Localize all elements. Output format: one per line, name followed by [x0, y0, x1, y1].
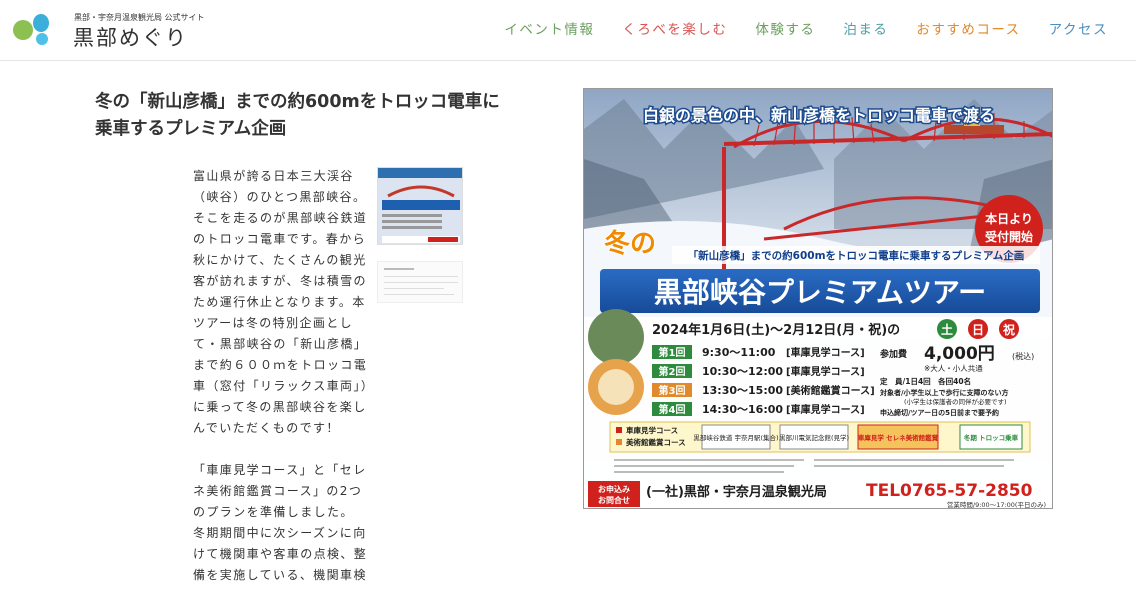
main-nav: イベント情報 くろべを楽しむ 体験する 泊まる おすすめコース アクセス [490, 18, 1122, 38]
poster-session-time: 10:30〜12:00 [702, 365, 783, 378]
poster-deadline: 申込締切/ツアー日の5日前まで要予約 [880, 408, 999, 417]
tour-poster[interactable]: 白銀の景色の中、新山彦橋をトロッコ電車で渡る 本日より 受付開始 冬の 「新山彦… [583, 88, 1053, 509]
poster-session-course: [車庫見学コース] [786, 365, 865, 378]
nav-stay[interactable]: 泊まる [829, 18, 902, 38]
poster-day-holiday: 祝 [1003, 322, 1015, 337]
poster-legend-garage: 車庫見学コース [626, 425, 678, 435]
article-heading: 冬の「新山彦橋」までの約600mをトロッコ電車に乗車するプレミアム企画 [95, 92, 500, 139]
site-logo[interactable]: 黒部・宇奈月温泉観光局 公式サイト 黒部めぐり [12, 12, 205, 52]
document-thumbnail-image [384, 268, 458, 295]
article-paragraph: 「車庫見学コース」と「セレネ美術館鑑賞コース」の2つのプランを準備しました。 [193, 463, 367, 519]
nav-events[interactable]: イベント情報 [490, 18, 608, 38]
poster-main-title: 黒部峡谷プレミアムツアー [654, 276, 986, 309]
nav-access[interactable]: アクセス [1035, 18, 1122, 38]
poster-dates: 2024年1月6日(土)〜2月12日(月・祝)の [652, 322, 900, 338]
poster-contact-label-line2: お問合せ [598, 495, 630, 505]
poster-route-step: 黒部川電気記念館(見学) [779, 433, 849, 442]
poster-route-step: 車庫見学 セレネ美術館鑑賞 [858, 433, 939, 442]
article-paragraph: 富山県が誇る日本三大渓谷（峡谷）のひとつ黒部峡谷。そこを走るのが黒部峡谷鉄道のト… [193, 169, 369, 435]
poster-session-course: [美術館鑑賞コース] [786, 384, 875, 397]
poster-session-no: 第3回 [659, 384, 686, 397]
poster-fee-label: 参加費 [880, 348, 907, 360]
nav-experience[interactable]: 体験する [741, 18, 829, 38]
document-thumbnail[interactable] [377, 261, 463, 303]
poster-legend-museum: 美術館鑑賞コース [626, 437, 686, 447]
poster-target: 対象者/小学生以上で歩行に支障のない方 [879, 388, 1009, 397]
poster-day-sat: 土 [941, 322, 953, 337]
poster-capacity: 定 員/1日4回 各回40名 [880, 376, 971, 386]
poster-contact-label-line1: お申込み [598, 484, 630, 494]
poster-session-course: [車庫見学コース] [786, 346, 865, 359]
poster-session-no: 第1回 [659, 346, 686, 359]
poster-thumbnail-image [378, 168, 462, 244]
poster-fee-note: ※大人・小人共通 [924, 363, 983, 373]
poster-target-note: (小学生は保護者の同伴が必要です) [904, 397, 1007, 406]
poster-subtitle: 「新山彦橋」までの約600mをトロッコ電車に乗車するプレミアム企画 [688, 249, 1025, 262]
poster-thumbnail[interactable] [377, 167, 463, 245]
poster-session-no: 第2回 [659, 365, 686, 378]
poster-top-banner: 白銀の景色の中、新山彦橋をトロッコ電車で渡る [643, 106, 995, 125]
article-paragraph: 冬期期間中に次シーズンに向けて機関車や客車の点検、整備を実施している、機関車検 [193, 526, 368, 582]
poster-route-step: 冬期 トロッコ乗車 [964, 433, 1019, 442]
poster-day-sun: 日 [972, 323, 984, 337]
logo-mark-icon [13, 14, 49, 45]
poster-hours: 営業時間/9:00〜17:00(平日のみ) [947, 500, 1046, 509]
poster-session-course: [車庫見学コース] [786, 403, 865, 416]
poster-session-time: 13:30〜15:00 [702, 384, 783, 397]
poster-fee-tax: (税込) [1012, 351, 1034, 361]
poster-organization: (一社)黒部・宇奈月温泉観光局 [646, 484, 827, 500]
poster-route-step: 黒部峡谷鉄道 宇奈月駅(集合) [693, 433, 778, 442]
poster-badge-line1: 本日より [985, 211, 1033, 226]
poster-winter-label: 冬の [604, 229, 656, 259]
nav-courses[interactable]: おすすめコース [902, 18, 1034, 38]
article-body: 富山県が誇る日本三大渓谷（峡谷）のひとつ黒部峡谷。そこを走るのが黒部峡谷鉄道のト… [193, 166, 373, 607]
site-header: 黒部・宇奈月温泉観光局 公式サイト 黒部めぐり イベント情報 くろべを楽しむ 体… [0, 0, 1136, 61]
poster-session-time: 14:30〜16:00 [702, 403, 783, 416]
poster-session-no: 第4回 [659, 403, 686, 416]
poster-session-time: 9:30〜11:00 [702, 346, 776, 359]
nav-enjoy[interactable]: くろべを楽しむ [608, 18, 741, 38]
poster-fee: 4,000円 [924, 344, 995, 364]
tour-poster-image: 白銀の景色の中、新山彦橋をトロッコ電車で渡る 本日より 受付開始 冬の 「新山彦… [584, 89, 1052, 509]
poster-phone: TEL0765-57-2850 [866, 481, 1033, 501]
poster-badge-line2: 受付開始 [985, 229, 1033, 244]
logo-title: 黒部めぐり [73, 26, 188, 50]
